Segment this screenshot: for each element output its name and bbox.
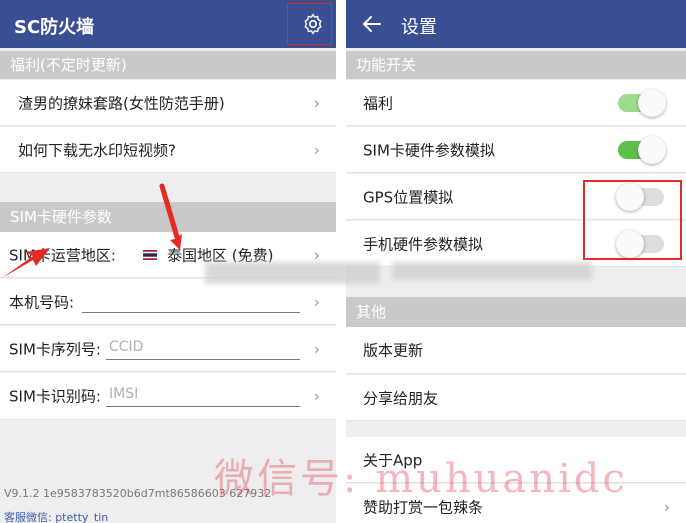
annotation-arrow-shaft — [159, 183, 181, 243]
watermark-text: 微信号: muhuanidc — [214, 456, 628, 502]
annotation-arrows — [2, 183, 182, 278]
annotation-arrow-left — [2, 248, 50, 278]
